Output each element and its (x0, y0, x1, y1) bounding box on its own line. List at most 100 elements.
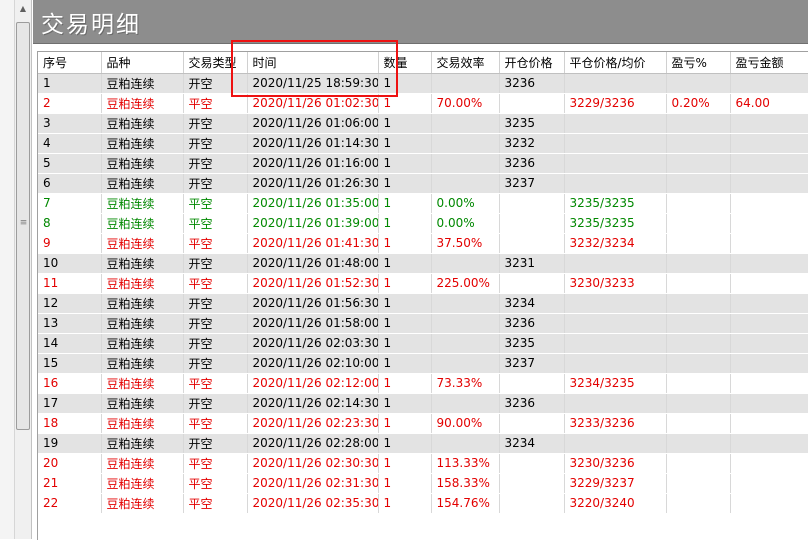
table-row[interactable]: 7 豆粕连续 平空 2020/11/26 01:35:00 1 0.00% 3235/323… (38, 193, 808, 214)
table-cell: 豆粕连续 (101, 293, 184, 314)
table-cell (431, 253, 500, 274)
column-header[interactable]: 数量 (378, 52, 432, 74)
table-cell: 1 (378, 473, 432, 494)
table-row[interactable]: 14 豆粕连续 开空 2020/11/26 02:03:30 1 3235 (38, 333, 808, 354)
table-cell: 平空 (183, 93, 248, 114)
scroll-up-arrow-icon[interactable]: ▲ (17, 2, 29, 16)
table-cell (666, 493, 731, 514)
table-cell (666, 293, 731, 314)
column-header[interactable]: 交易类型 (183, 52, 248, 74)
table-cell (499, 233, 565, 254)
table-cell: 1 (378, 413, 432, 434)
table-cell (564, 153, 667, 174)
table-cell (730, 413, 808, 434)
table-cell: 8 (38, 213, 102, 234)
table-cell (431, 353, 500, 374)
scroll-thumb[interactable]: ≡ (16, 22, 30, 430)
table-row[interactable]: 3 豆粕连续 开空 2020/11/26 01:06:00 1 3235 (38, 113, 808, 134)
table-row[interactable]: 19 豆粕连续 开空 2020/11/26 02:28:00 1 3234 (38, 433, 808, 454)
table-cell: 0.20% (666, 93, 731, 114)
table-row[interactable]: 5 豆粕连续 开空 2020/11/26 01:16:00 1 3236 (38, 153, 808, 174)
table-cell (564, 73, 667, 94)
table-cell: 1 (378, 353, 432, 374)
table-row[interactable]: 1 豆粕连续 开空 2020/11/25 18:59:30 1 3236 (38, 73, 808, 94)
table-cell (431, 313, 500, 334)
table-cell: 1 (378, 153, 432, 174)
table-cell (431, 133, 500, 154)
table-cell: 豆粕连续 (101, 433, 184, 454)
table-row[interactable]: 10 豆粕连续 开空 2020/11/26 01:48:00 1 3231 (38, 253, 808, 274)
column-header[interactable]: 盈亏% (666, 52, 731, 74)
column-header[interactable]: 平仓价格/均价 (564, 52, 667, 74)
table-cell: 2020/11/26 01:02:30 (247, 93, 379, 114)
table-cell: 开空 (183, 113, 248, 134)
table-cell: 豆粕连续 (101, 453, 184, 474)
table-row[interactable]: 16 豆粕连续 平空 2020/11/26 02:12:00 1 73.33% 3234/3… (38, 373, 808, 394)
table-cell: 3229/3237 (564, 473, 667, 494)
table-cell (666, 233, 731, 254)
table-cell (564, 253, 667, 274)
table-row[interactable]: 22 豆粕连续 平空 2020/11/26 02:35:30 1 154.76% 3220/… (38, 493, 808, 514)
table-cell: 3 (38, 113, 102, 134)
table-cell: 2020/11/26 01:58:00 (247, 313, 379, 334)
vertical-scrollbar[interactable]: ▲ ≡ (14, 0, 32, 539)
table-cell (666, 133, 731, 154)
table-cell: 1 (378, 293, 432, 314)
table-cell (730, 473, 808, 494)
table-row[interactable]: 12 豆粕连续 开空 2020/11/26 01:56:30 1 3234 (38, 293, 808, 314)
left-panel-edge (0, 0, 15, 539)
table-row[interactable]: 13 豆粕连续 开空 2020/11/26 01:58:00 1 3236 (38, 313, 808, 334)
table-cell: 2020/11/26 01:52:30 (247, 273, 379, 294)
table-cell (730, 393, 808, 414)
table-cell: 64.00 (730, 93, 808, 114)
trade-detail-grid[interactable]: 序号 品种 交易类型 时间 数量 交易效率 开仓价格 平仓价格/均价 盈亏% 盈亏金额 1 豆粕连续… (37, 51, 808, 540)
table-cell: 平空 (183, 373, 248, 394)
table-cell (666, 273, 731, 294)
table-cell (564, 333, 667, 354)
table-cell: 平空 (183, 493, 248, 514)
table-cell: 豆粕连续 (101, 393, 184, 414)
table-cell (564, 353, 667, 374)
table-cell (730, 453, 808, 474)
column-header[interactable]: 盈亏金额 (730, 52, 808, 74)
table-cell: 2020/11/26 02:23:30 (247, 413, 379, 434)
table-cell: 2020/11/26 02:10:00 (247, 353, 379, 374)
table-row[interactable]: 18 豆粕连续 平空 2020/11/26 02:23:30 1 90.00% 3233/3… (38, 413, 808, 434)
table-row[interactable]: 17 豆粕连续 开空 2020/11/26 02:14:30 1 3236 (38, 393, 808, 414)
table-row[interactable]: 4 豆粕连续 开空 2020/11/26 01:14:30 1 3232 (38, 133, 808, 154)
table-row[interactable]: 21 豆粕连续 平空 2020/11/26 02:31:30 1 158.33% 3229/… (38, 473, 808, 494)
column-header[interactable]: 交易效率 (431, 52, 500, 74)
table-cell: 开空 (183, 293, 248, 314)
column-header[interactable]: 品种 (101, 52, 184, 74)
table-row[interactable]: 15 豆粕连续 开空 2020/11/26 02:10:00 1 3237 (38, 353, 808, 374)
table-row[interactable]: 20 豆粕连续 平空 2020/11/26 02:30:30 1 113.33% 3230/… (38, 453, 808, 474)
table-cell: 1 (378, 333, 432, 354)
table-cell: 3230/3233 (564, 273, 667, 294)
table-row[interactable]: 11 豆粕连续 平空 2020/11/26 01:52:30 1 225.00% 3230/… (38, 273, 808, 294)
table-cell: 2020/11/26 01:26:30 (247, 173, 379, 194)
table-row[interactable]: 9 豆粕连续 平空 2020/11/26 01:41:30 1 37.50% 3232/32… (38, 233, 808, 254)
table-row[interactable]: 2 豆粕连续 平空 2020/11/26 01:02:30 1 70.00% 3229/32… (38, 93, 808, 114)
table-cell (730, 313, 808, 334)
table-cell: 开空 (183, 253, 248, 274)
table-cell: 平空 (183, 233, 248, 254)
table-cell (666, 213, 731, 234)
table-cell: 1 (378, 493, 432, 514)
table-cell: 豆粕连续 (101, 93, 184, 114)
table-cell: 70.00% (431, 93, 500, 114)
table-cell: 0.00% (431, 213, 500, 234)
table-cell: 154.76% (431, 493, 500, 514)
table-row[interactable]: 6 豆粕连续 开空 2020/11/26 01:26:30 1 3237 (38, 173, 808, 194)
table-row[interactable]: 8 豆粕连续 平空 2020/11/26 01:39:00 1 0.00% 3235/323… (38, 213, 808, 234)
table-cell: 3232 (499, 133, 565, 154)
column-header[interactable]: 开仓价格 (499, 52, 565, 74)
table-cell: 平空 (183, 453, 248, 474)
table-cell: 2020/11/26 01:41:30 (247, 233, 379, 254)
table-cell (730, 433, 808, 454)
column-header[interactable]: 时间 (247, 52, 379, 74)
column-header[interactable]: 序号 (38, 52, 102, 74)
table-cell: 豆粕连续 (101, 133, 184, 154)
table-cell: 3237 (499, 353, 565, 374)
table-cell (564, 293, 667, 314)
table-cell: 6 (38, 173, 102, 194)
